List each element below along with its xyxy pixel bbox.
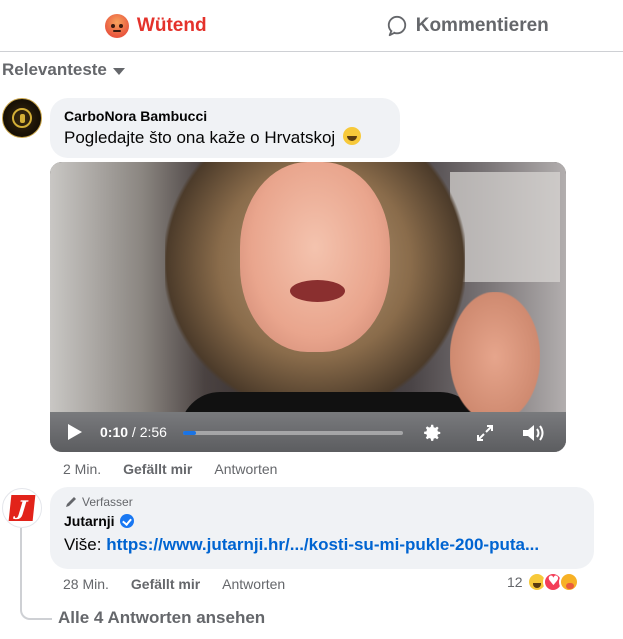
comment-timestamp[interactable]: 2 Min. — [63, 461, 101, 477]
sort-label: Relevanteste — [2, 60, 107, 79]
reply-author[interactable]: Jutarnji — [64, 513, 115, 529]
angry-reaction-label: Wütend — [136, 14, 207, 36]
comment-bubble: CarboNora Bambucci Pogledajte što ona ka… — [50, 98, 400, 158]
comment-button[interactable]: Kommentieren — [312, 0, 623, 51]
reply-bubble: Verfasser Jutarnji Više: https://www.jut… — [50, 487, 594, 569]
angry-face-icon — [104, 13, 129, 38]
video-time: 0:10 / 2:56 — [100, 424, 167, 440]
comment-bubble-icon — [387, 15, 406, 36]
volume-icon[interactable] — [520, 421, 546, 445]
reply-link-url[interactable]: https://www.jutarnji.hr/.../kosti-su-mi-… — [106, 535, 539, 554]
view-all-replies-link[interactable]: Alle 4 Antworten ansehen — [58, 608, 265, 628]
video-progress-fill — [183, 431, 196, 435]
video-controls: 0:10 / 2:56 — [50, 412, 566, 452]
video-duration: 2:56 — [139, 424, 167, 440]
reply-text-prefix: Više: — [64, 535, 107, 554]
post-action-bar: Wütend Kommentieren — [0, 0, 623, 52]
reply-link[interactable]: Antworten — [214, 461, 277, 477]
reply-timestamp[interactable]: 28 Min. — [63, 576, 109, 592]
video-player[interactable]: 0:10 / 2:56 — [50, 162, 566, 452]
play-icon[interactable] — [68, 424, 82, 440]
comment-text: Pogledajte što ona kaže o Hrvatskoj — [64, 128, 336, 147]
angry-reaction-button[interactable]: Wütend — [0, 0, 312, 51]
grinning-face-icon — [342, 127, 361, 145]
thread-connector — [20, 528, 52, 620]
reply-meta: 28 Min. Gefällt mir Antworten — [63, 576, 285, 592]
jutarnji-logo: J — [8, 495, 36, 521]
page-avatar[interactable]: J — [2, 488, 42, 528]
reaction-summary[interactable]: 12 — [507, 572, 579, 592]
like-link[interactable]: Gefällt mir — [123, 461, 192, 477]
video-progress-bar[interactable] — [183, 431, 403, 435]
reply-reply-link[interactable]: Antworten — [222, 576, 285, 592]
reaction-count: 12 — [507, 574, 523, 590]
video-current-time: 0:10 — [100, 424, 129, 440]
pen-icon — [66, 497, 76, 507]
care-reaction-icon — [558, 572, 579, 592]
gear-icon[interactable] — [421, 422, 443, 444]
author-badge: Verfasser — [64, 495, 580, 509]
fullscreen-icon[interactable] — [475, 423, 495, 443]
reply-text-line: Više: https://www.jutarnji.hr/.../kosti-… — [64, 535, 580, 555]
video-time-separator: / — [128, 424, 140, 440]
verified-badge-icon — [119, 514, 134, 528]
comment-meta: 2 Min. Gefällt mir Antworten — [63, 461, 277, 477]
comment-text-line: Pogledajte što ona kaže o Hrvatskoj — [64, 127, 386, 148]
commenter-avatar[interactable] — [2, 98, 42, 138]
author-badge-label: Verfasser — [82, 495, 133, 509]
comment-author[interactable]: CarboNora Bambucci — [64, 108, 386, 124]
caret-down-icon — [112, 67, 125, 75]
reply-like-link[interactable]: Gefällt mir — [131, 576, 200, 592]
reply-author-line: Jutarnji — [64, 513, 580, 529]
comment-sort-dropdown[interactable]: Relevanteste — [2, 60, 125, 80]
comment-button-label: Kommentieren — [415, 14, 549, 36]
